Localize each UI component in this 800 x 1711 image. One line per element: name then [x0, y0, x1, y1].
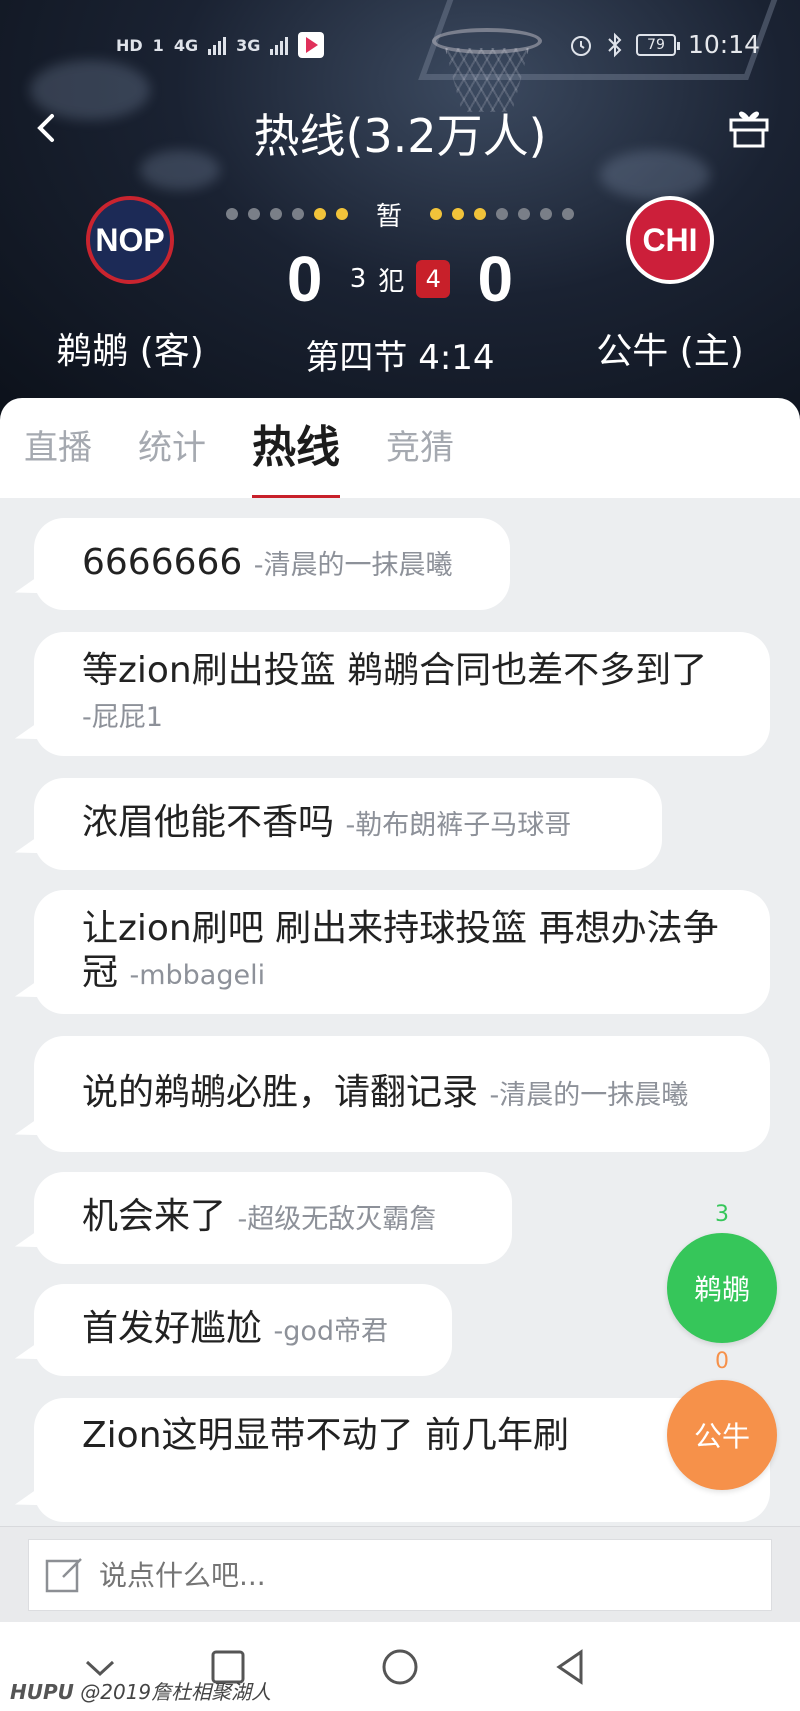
list-item[interactable]: 机会来了 -超级无敌灭霸詹 — [34, 1172, 512, 1264]
message-body: 说的鹈鹕必胜，请翻记录 -清晨的一抹晨曦 — [82, 1071, 688, 1118]
list-item[interactable]: 让zion刷吧 刷出来持球投篮 再想办法争冠 -mbbageli — [34, 890, 770, 1014]
message-body: 机会来了 -超级无敌灭霸詹 — [82, 1195, 436, 1242]
message-text: Zion这明显带不动了 前几年刷 — [82, 1415, 569, 1456]
message-author: -勒布朗裤子马球哥 — [345, 809, 572, 841]
alarm-icon — [570, 35, 591, 56]
status-bar: HD 1 4G 3G 79 10:14 — [0, 28, 800, 64]
tab-panel: 直播 统计 热线 竞猜 — [0, 398, 800, 498]
home-team[interactable]: CHI 公牛 (主) — [560, 196, 780, 374]
message-text: 机会来了 — [82, 1195, 227, 1237]
timeout-dot-used — [225, 208, 238, 220]
watermark: HUPU @2019詹杜相聚湖人 — [10, 1676, 271, 1705]
away-team-name: 鹈鹕 (客) — [56, 331, 204, 372]
network-3g-label: 3G — [236, 35, 261, 55]
home-team-name: 公牛 (主) — [596, 331, 744, 372]
list-item[interactable]: Zion这明显带不动了 前几年刷 — [34, 1398, 770, 1522]
home-circle-icon[interactable] — [375, 1642, 425, 1692]
sim-indicator: 1 — [152, 35, 164, 55]
timeout-dot-used — [518, 208, 530, 220]
timeout-dot-remaining — [430, 208, 442, 220]
message-author: -屁屁1 — [82, 701, 163, 733]
home-team-logo: CHI — [626, 196, 714, 284]
list-item[interactable]: 浓眉他能不香吗 -勒布朗裤子马球哥 — [34, 778, 662, 870]
system-nav-bar: HUPU @2019詹杜相聚湖人 — [0, 1622, 800, 1711]
message-author: -清晨的一抹晨曦 — [253, 549, 453, 581]
top-nav: 热线(3.2万人) — [0, 96, 800, 166]
away-score: 0 — [286, 243, 323, 315]
home-vote-count: 0 — [715, 1349, 729, 1374]
page-title: 热线(3.2万人) — [253, 109, 547, 163]
message-body: 浓眉他能不香吗 -勒布朗裤子马球哥 — [82, 801, 571, 848]
message-body: Zion这明显带不动了 前几年刷 — [82, 1414, 569, 1461]
away-fouls: 3 — [349, 264, 367, 294]
timeout-dot-remaining — [474, 208, 486, 220]
fouls-label: 犯 — [378, 266, 405, 297]
back-triangle-icon[interactable] — [545, 1642, 595, 1692]
message-author: -超级无敌灭霸詹 — [237, 1203, 437, 1235]
message-body: 让zion刷吧 刷出来持球投篮 再想办法争冠 -mbbageli — [82, 907, 724, 998]
timeout-indicators: 暂 — [210, 196, 590, 232]
battery-indicator: 79 — [635, 33, 680, 56]
comment-input[interactable] — [99, 1558, 699, 1592]
team-fouls: 3 犯 4 — [350, 260, 451, 298]
message-text: 浓眉他能不香吗 — [82, 801, 335, 843]
timeout-dot-used — [496, 208, 508, 220]
message-text: 等zion刷出投篮 鹈鹕合同也差不多到了 — [82, 649, 708, 691]
timeout-dot-used — [540, 208, 552, 220]
home-score: 0 — [477, 243, 514, 315]
tab-live[interactable]: 直播 — [24, 398, 92, 498]
timeout-dot-remaining — [452, 208, 464, 220]
hd-indicator: HD — [116, 35, 143, 55]
message-text: 6666666 — [82, 541, 243, 583]
message-feed[interactable]: 6666666 -清晨的一抹晨曦 等zion刷出投篮 鹈鹕合同也差不多到了 -屁… — [0, 498, 800, 1526]
comment-bar — [0, 1526, 800, 1622]
timeout-dot-remaining — [335, 208, 348, 220]
message-text: 说的鹈鹕必胜，请翻记录 — [82, 1071, 479, 1113]
game-header: HD 1 4G 3G 79 10:14 热线(3.2万人) NOP 鹈鹕 (客)… — [0, 0, 800, 420]
list-item[interactable]: 等zion刷出投篮 鹈鹕合同也差不多到了 -屁屁1 — [34, 632, 770, 756]
away-vote-count: 3 — [715, 1202, 729, 1227]
message-author: -清晨的一抹晨曦 — [489, 1079, 689, 1111]
period-clock: 第四节 4:14 — [305, 338, 495, 378]
timeout-dot-used — [269, 208, 282, 220]
bluetooth-icon — [608, 32, 622, 57]
edit-icon — [45, 1558, 82, 1593]
youku-app-icon — [298, 32, 325, 58]
signal-bars-icon — [270, 35, 289, 55]
comment-input-box[interactable] — [28, 1539, 772, 1611]
message-body: 6666666 -清晨的一抹晨曦 — [82, 541, 453, 588]
away-team-logo: NOP — [86, 196, 174, 284]
tab-guess[interactable]: 竞猜 — [386, 398, 454, 498]
network-4g-label: 4G — [173, 35, 199, 55]
message-author: -god帝君 — [273, 1315, 389, 1347]
timeout-dot-remaining — [313, 208, 326, 220]
away-team[interactable]: NOP 鹈鹕 (客) — [20, 196, 240, 374]
message-text: 首发好尴尬 — [82, 1307, 263, 1349]
watermark-brand: HUPU — [10, 1680, 74, 1704]
vote-away-button[interactable]: 鹈鹕 — [667, 1233, 777, 1343]
list-item[interactable]: 6666666 -清晨的一抹晨曦 — [34, 518, 510, 610]
signal-bars-icon — [208, 35, 227, 55]
gift-button[interactable] — [726, 104, 772, 150]
vote-home-button[interactable]: 公牛 — [667, 1380, 777, 1490]
scoreboard: 暂 0 3 犯 4 0 第四节 4:14 — [210, 196, 590, 379]
tab-bar: 直播 统计 热线 竞猜 — [0, 398, 800, 498]
list-item[interactable]: 首发好尴尬 -god帝君 — [34, 1284, 452, 1376]
list-item[interactable]: 说的鹈鹕必胜，请翻记录 -清晨的一抹晨曦 — [34, 1036, 770, 1152]
game-status: 暂 — [375, 201, 402, 232]
tab-hotline[interactable]: 热线 — [252, 398, 340, 498]
watermark-text: @2019詹杜相聚湖人 — [80, 1680, 272, 1704]
timeout-dot-used — [291, 208, 304, 220]
home-fouls-badge: 4 — [416, 260, 451, 298]
tab-stats[interactable]: 统计 — [138, 398, 206, 498]
message-body: 等zion刷出投篮 鹈鹕合同也差不多到了 -屁屁1 — [82, 649, 724, 740]
clock-time: 10:14 — [687, 30, 760, 59]
timeout-dot-used — [247, 208, 260, 220]
gift-icon — [729, 111, 769, 148]
message-body: 首发好尴尬 -god帝君 — [82, 1307, 388, 1354]
message-author: -mbbageli — [129, 959, 266, 991]
